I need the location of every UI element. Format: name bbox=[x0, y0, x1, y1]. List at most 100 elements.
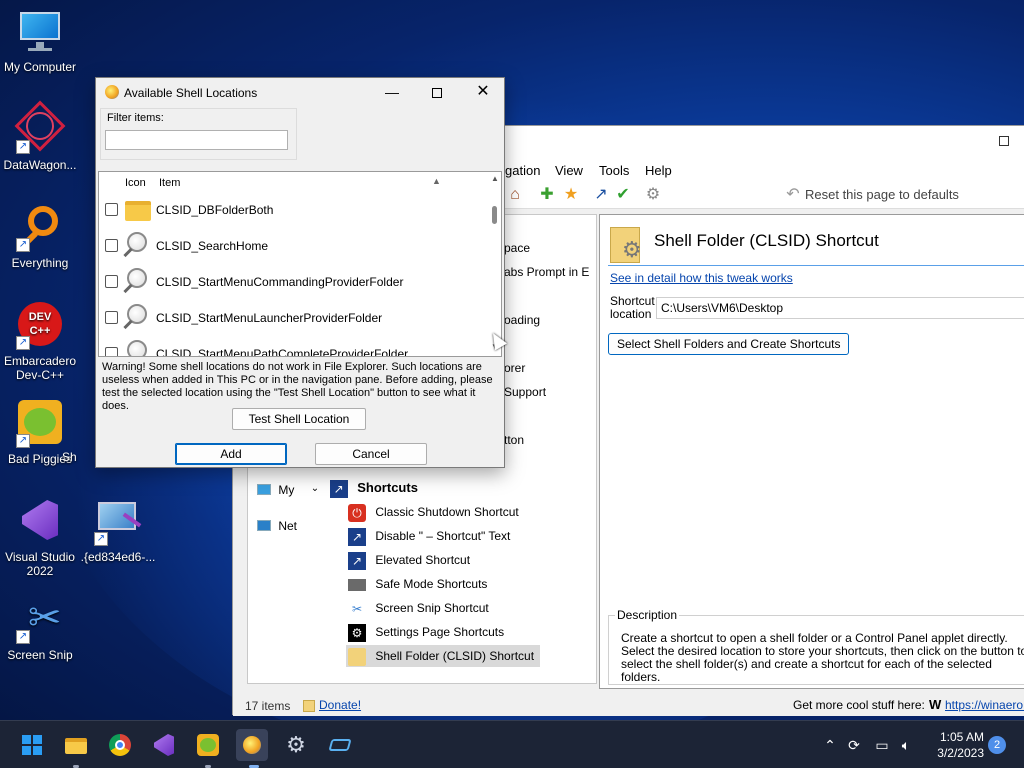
shortcut-arrow-icon[interactable]: ↗ bbox=[591, 185, 611, 205]
desktop-icon-everything[interactable]: ↗ Everything bbox=[0, 204, 80, 270]
test-shell-location-button[interactable]: Test Shell Location bbox=[232, 408, 366, 430]
scroll-up-icon[interactable]: ▲ bbox=[490, 174, 500, 183]
desktop-icon-label: Sh bbox=[62, 450, 77, 464]
nav-item-network[interactable]: Net bbox=[257, 518, 297, 533]
tree-item-label: oading bbox=[504, 313, 541, 327]
nav-item-my-computer[interactable]: My bbox=[257, 482, 294, 497]
home-icon[interactable]: ⌂ bbox=[505, 185, 525, 205]
close-icon[interactable]: ✕ bbox=[472, 82, 494, 102]
bad-piggies-icon: ↗ bbox=[16, 400, 64, 448]
tree-item-label: tton bbox=[504, 433, 525, 447]
nav-item-label: Net bbox=[278, 518, 298, 533]
list-item[interactable]: CLSID_DBFolderBoth bbox=[99, 192, 487, 228]
chevron-up-icon[interactable]: ⌃ bbox=[820, 735, 840, 755]
tree-item-settings-page[interactable]: ⚙ Settings Page Shortcuts bbox=[348, 621, 504, 643]
maximize-icon[interactable] bbox=[426, 82, 448, 102]
file-explorer-icon[interactable] bbox=[60, 729, 92, 761]
tree-item-partial[interactable]: abs Prompt in E bbox=[504, 261, 589, 283]
desktop-icon-label: Everything bbox=[11, 256, 69, 270]
menu-tools[interactable]: Tools bbox=[599, 163, 629, 178]
menu-view[interactable]: View bbox=[555, 163, 583, 178]
row-checkbox[interactable] bbox=[105, 347, 118, 356]
settings-icon[interactable]: ⚙ bbox=[280, 729, 312, 761]
row-label: CLSID_StartMenuLauncherProviderFolder bbox=[156, 311, 383, 325]
row-checkbox[interactable] bbox=[105, 275, 118, 288]
tree-item-disable-shortcut-text[interactable]: ↗ Disable " – Shortcut" Text bbox=[348, 525, 510, 547]
dialog-title: Available Shell Locations bbox=[124, 86, 258, 100]
tree-item-label: abs Prompt in E bbox=[504, 265, 590, 279]
volume-icon[interactable]: 🔈︎ bbox=[896, 735, 916, 755]
shortcut-arrow-icon: ↗ bbox=[16, 238, 30, 252]
notification-badge[interactable]: 2 bbox=[988, 736, 1006, 754]
tweak-content-pane: ⚙ Shell Folder (CLSID) Shortcut See in d… bbox=[599, 214, 1024, 689]
chevron-down-icon[interactable]: ⌄ bbox=[310, 480, 320, 498]
list-item[interactable]: CLSID_StartMenuCommandingProviderFolder bbox=[99, 264, 487, 300]
clock[interactable]: 1:05 AM 3/2/2023 bbox=[928, 729, 984, 761]
description-title: Description bbox=[615, 608, 680, 622]
tree-item-classic-shutdown[interactable]: ⏻ Classic Shutdown Shortcut bbox=[348, 501, 519, 523]
list-scrollbar[interactable]: ▲ ▼ bbox=[489, 172, 501, 356]
desktop-icon-devcpp[interactable]: DEV C++ ↗ Embarcadero Dev-C++ bbox=[0, 302, 80, 382]
tree-group-label: Shortcuts bbox=[357, 480, 418, 495]
visual-studio-icon[interactable] bbox=[148, 729, 180, 761]
tree-item-partial[interactable]: Support bbox=[504, 381, 546, 403]
chrome-icon[interactable] bbox=[104, 729, 136, 761]
select-shell-folders-button[interactable]: Select Shell Folders and Create Shortcut… bbox=[608, 333, 850, 355]
column-header-icon[interactable]: Icon bbox=[125, 177, 146, 189]
add-favorite-icon[interactable]: ✚ bbox=[537, 185, 557, 205]
bad-piggies-icon[interactable] bbox=[192, 729, 224, 761]
minimize-icon[interactable]: — bbox=[381, 82, 403, 102]
maximize-icon[interactable] bbox=[999, 136, 1009, 146]
tree-item-label: Safe Mode Shortcuts bbox=[375, 577, 488, 591]
tree-item-safe-mode[interactable]: Safe Mode Shortcuts bbox=[348, 573, 487, 595]
network-icon[interactable]: ▭ bbox=[872, 735, 892, 755]
menu-help[interactable]: Help bbox=[645, 163, 672, 178]
tree-item-label: Disable " – Shortcut" Text bbox=[375, 529, 511, 543]
list-item[interactable]: CLSID_StartMenuLauncherProviderFolder bbox=[99, 300, 487, 336]
reset-icon[interactable]: ↶ bbox=[783, 185, 803, 205]
description-box: Description Create a shortcut to open a … bbox=[608, 608, 1024, 685]
detail-link[interactable]: See in detail how this tweak works bbox=[610, 271, 793, 285]
star-icon[interactable]: ★ bbox=[561, 185, 581, 205]
desktop-icon-visual-studio[interactable]: Visual Studio 2022 bbox=[0, 498, 80, 578]
tree-item-partial[interactable]: tton bbox=[504, 429, 524, 451]
desktop-icon-my-computer[interactable]: My Computer bbox=[0, 8, 80, 74]
row-checkbox[interactable] bbox=[105, 311, 118, 324]
safe-mode-icon bbox=[348, 578, 366, 591]
tree-item-elevated-shortcut[interactable]: ↗ Elevated Shortcut bbox=[348, 549, 470, 571]
winaero-tweaker-taskbar-icon[interactable] bbox=[236, 729, 268, 761]
menu-navigation[interactable]: gation bbox=[505, 163, 540, 178]
tree-item-partial[interactable]: orer bbox=[504, 357, 525, 379]
row-checkbox[interactable] bbox=[105, 239, 118, 252]
devcpp-logo-icon: DEV C++ ↗ bbox=[16, 302, 64, 350]
tree-item-shell-folder[interactable]: Shell Folder (CLSID) Shortcut bbox=[346, 645, 541, 667]
gear-icon[interactable]: ⚙ bbox=[643, 185, 663, 205]
screen-snip-taskbar-icon[interactable] bbox=[324, 729, 356, 761]
tree-item-screen-snip[interactable]: ✂ Screen Snip Shortcut bbox=[348, 597, 489, 619]
reset-page-button[interactable]: Reset this page to defaults bbox=[805, 187, 959, 202]
monitor-icon bbox=[257, 484, 271, 496]
tree-item-partial[interactable]: pace bbox=[504, 237, 530, 259]
desktop-icon-shell-folder[interactable]: ↗ .{ed834ed6-... bbox=[78, 498, 158, 564]
cancel-button[interactable]: Cancel bbox=[315, 443, 427, 465]
checkmark-icon[interactable]: ✔ bbox=[613, 185, 633, 205]
start-button[interactable] bbox=[16, 729, 48, 761]
column-header-item[interactable]: Item bbox=[159, 177, 180, 189]
filter-items-input[interactable] bbox=[105, 130, 288, 150]
windows-logo-icon bbox=[22, 735, 42, 755]
shortcut-location-input[interactable]: C:\Users\VM6\Desktop bbox=[656, 297, 1024, 319]
winaero-link[interactable]: https://winaero.com bbox=[945, 698, 1024, 712]
desktop-icon-datawagon[interactable]: ↗ DataWagon... bbox=[0, 100, 80, 172]
taskbar: ⚙ ⌃ ⟳ ▭ 🔈︎ 1:05 AM 3/2/2023 2 bbox=[0, 720, 1024, 768]
list-item[interactable]: CLSID_StartMenuPathCompleteProviderFolde… bbox=[99, 336, 487, 356]
tree-item-partial[interactable]: oading bbox=[504, 309, 540, 331]
tree-group-shortcuts[interactable]: ⌄ ↗ Shortcuts bbox=[310, 477, 418, 499]
row-checkbox[interactable] bbox=[105, 203, 118, 216]
desktop-icon-screen-snip[interactable]: ✂ ↗ Screen Snip bbox=[0, 596, 80, 662]
scrollbar-thumb[interactable] bbox=[492, 206, 497, 224]
shortcut-arrow-icon: ↗ bbox=[348, 527, 366, 546]
donate-link[interactable]: Donate! bbox=[319, 698, 361, 712]
sync-icon[interactable]: ⟳ bbox=[844, 735, 864, 755]
add-button[interactable]: Add bbox=[175, 443, 287, 465]
list-item[interactable]: CLSID_SearchHome bbox=[99, 228, 487, 264]
